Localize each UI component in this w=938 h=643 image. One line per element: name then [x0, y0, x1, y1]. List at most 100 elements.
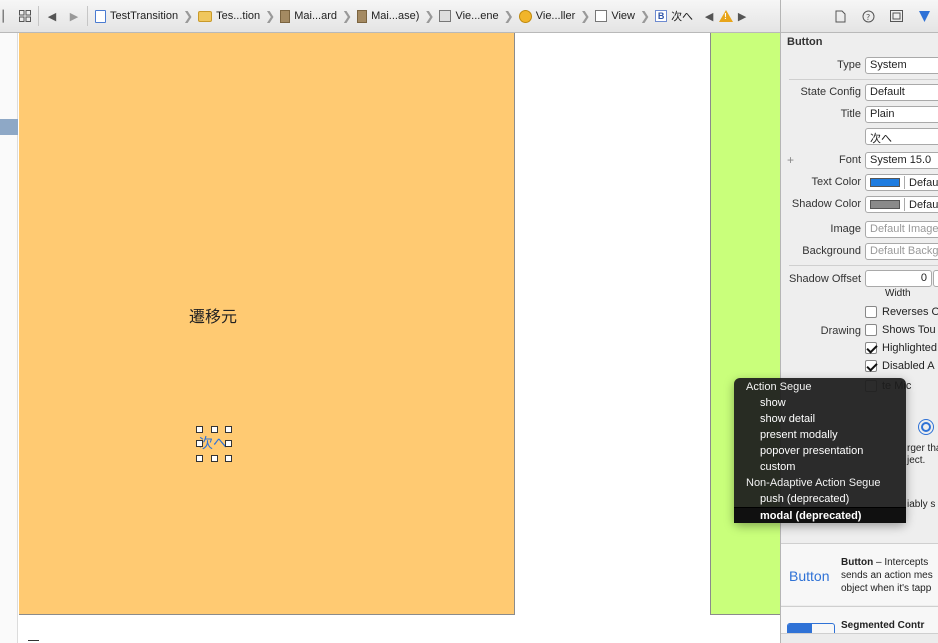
library-item-button[interactable]: Button Button – Intercepts sends an acti… — [781, 543, 938, 605]
crumb-storyboard[interactable]: Mai...ard ❯ — [275, 0, 353, 32]
shadow-color-value: Defau — [909, 199, 938, 211]
crumb-storyboard-base[interactable]: Mai...ase) ❯ — [352, 0, 435, 32]
menu-item-custom[interactable]: custom — [734, 459, 906, 475]
document-outline-strip — [0, 33, 18, 643]
destination-view[interactable] — [710, 33, 780, 615]
type-label: Type — [837, 59, 861, 71]
crumb-button[interactable]: B 次へ — [650, 0, 693, 32]
crumb-project[interactable]: TestTransition ❯ — [90, 0, 193, 32]
background-field[interactable]: Default Backg — [865, 243, 938, 260]
checkbox[interactable] — [865, 324, 877, 336]
crumb-label: Vie...ller — [535, 10, 576, 22]
title-type-popup[interactable]: Plain — [865, 106, 938, 123]
disabled-checkbox[interactable]: Disabled A — [865, 360, 935, 372]
crumb-label: Vie...ene — [455, 10, 499, 22]
forward-arrow-icon[interactable]: ▶ — [63, 0, 85, 32]
chevron-right-icon: ❯ — [342, 9, 353, 23]
source-view[interactable]: 遷移元 次へ — [19, 33, 515, 615]
shows-touch-checkbox[interactable]: Shows Tou — [865, 324, 936, 336]
resize-handle[interactable] — [225, 455, 232, 462]
jump-bar: ▏ ◀ ▶ TestTransition ❯ Tes...tion ❯ Mai.… — [0, 0, 780, 33]
target-icon[interactable] — [918, 419, 934, 435]
library-desc-line: – Intercepts — [873, 557, 929, 568]
shadow-offset-width-field[interactable]: 0 — [865, 270, 932, 287]
attributes-inspector-icon[interactable] — [910, 10, 938, 23]
description-fragment: ject. — [907, 455, 926, 466]
image-field[interactable]: Default Image — [865, 221, 938, 238]
background-label: Background — [802, 245, 861, 257]
view-controller-icon — [518, 9, 532, 23]
chevron-right-icon: ❯ — [640, 9, 651, 23]
font-field[interactable]: System 15.0 — [865, 152, 938, 169]
title-label: Title — [840, 108, 861, 120]
storyboard-canvas[interactable]: 遷移元 次へ — [0, 33, 780, 643]
issue-prev-icon[interactable]: ◀ — [701, 0, 717, 32]
description-fragment: iably s — [907, 499, 936, 510]
text-color-value: Defau — [909, 177, 938, 189]
related-items-button[interactable]: ▏ — [0, 0, 14, 32]
crumb-view[interactable]: View ❯ — [590, 0, 651, 32]
divider — [789, 79, 938, 80]
checkbox[interactable] — [865, 306, 877, 318]
reverses-checkbox[interactable]: Reverses O — [865, 306, 938, 318]
file-inspector-icon[interactable] — [827, 10, 855, 23]
warning-icon[interactable]: ! — [717, 0, 735, 32]
highlighted-checkbox[interactable]: Highlighted — [865, 342, 937, 354]
grid-icon[interactable] — [14, 0, 36, 32]
menu-item-show-detail[interactable]: show detail — [734, 411, 906, 427]
menu-item-show[interactable]: show — [734, 395, 906, 411]
checkbox[interactable] — [865, 360, 877, 372]
crumb-label: Mai...ard — [294, 10, 338, 22]
issue-next-icon[interactable]: ▶ — [735, 0, 749, 32]
resize-handle[interactable] — [211, 426, 218, 433]
crumb-label: View — [611, 10, 635, 22]
shadow-color-label: Shadow Color — [791, 198, 861, 210]
library-desc-line: sends an action mes — [841, 570, 933, 581]
drawing-label: Drawing — [820, 325, 861, 337]
library-desc-line: object when it's tapp — [841, 583, 932, 594]
title-text-field[interactable]: 次へ — [865, 128, 938, 145]
type-popup[interactable]: System — [865, 57, 938, 74]
help-icon[interactable]: ? — [855, 10, 883, 23]
width-caption: Width — [885, 288, 911, 299]
menu-item-popover-presentation[interactable]: popover presentation — [734, 443, 906, 459]
crumb-group[interactable]: Tes...tion ❯ — [193, 0, 275, 32]
shadow-offset-stepper[interactable] — [933, 270, 938, 287]
swatch-divider — [904, 176, 905, 189]
menu-item-push-deprecated[interactable]: push (deprecated) — [734, 491, 906, 507]
menu-item-modal-deprecated[interactable]: modal (deprecated) — [734, 507, 906, 523]
chevron-right-icon: ❯ — [424, 9, 435, 23]
button-b-icon: B — [655, 10, 668, 22]
resize-handle[interactable] — [196, 440, 203, 447]
color-swatch — [870, 200, 900, 209]
shadow-color-well[interactable]: Defau — [865, 196, 938, 213]
library-button-icon: Button — [789, 568, 830, 584]
divider — [789, 265, 938, 266]
text-color-well[interactable]: Defau — [865, 174, 938, 191]
state-config-popup[interactable]: Default — [865, 84, 938, 101]
crumb-view-controller[interactable]: Vie...ller ❯ — [514, 0, 590, 32]
menu-item-present-modally[interactable]: present modally — [734, 427, 906, 443]
back-arrow-icon[interactable]: ◀ — [41, 0, 63, 32]
storyboard-icon — [357, 9, 368, 23]
separator — [87, 6, 88, 26]
next-button[interactable]: 次へ — [199, 433, 227, 453]
color-swatch — [870, 178, 900, 187]
library-filter-bar — [781, 633, 938, 643]
resize-handle[interactable] — [196, 426, 203, 433]
font-label: Font — [838, 154, 861, 166]
checkbox-label: Shows Tou — [882, 324, 936, 336]
resize-handle[interactable] — [211, 455, 218, 462]
view-icon — [595, 10, 608, 22]
inspector-tabs: ? — [781, 0, 938, 33]
menu-section-header: Action Segue — [746, 381, 812, 393]
crumb-scene[interactable]: Vie...ene ❯ — [434, 0, 514, 32]
resize-handle[interactable] — [225, 426, 232, 433]
identity-inspector-icon[interactable] — [883, 10, 911, 22]
checkbox[interactable] — [865, 342, 877, 354]
segue-popup-menu: Action Segue show show detail present mo… — [734, 378, 906, 523]
checkbox-label: Disabled A — [882, 360, 935, 372]
resize-handle[interactable] — [196, 455, 203, 462]
section-title: Button — [787, 36, 823, 48]
resize-handle[interactable] — [225, 440, 232, 447]
